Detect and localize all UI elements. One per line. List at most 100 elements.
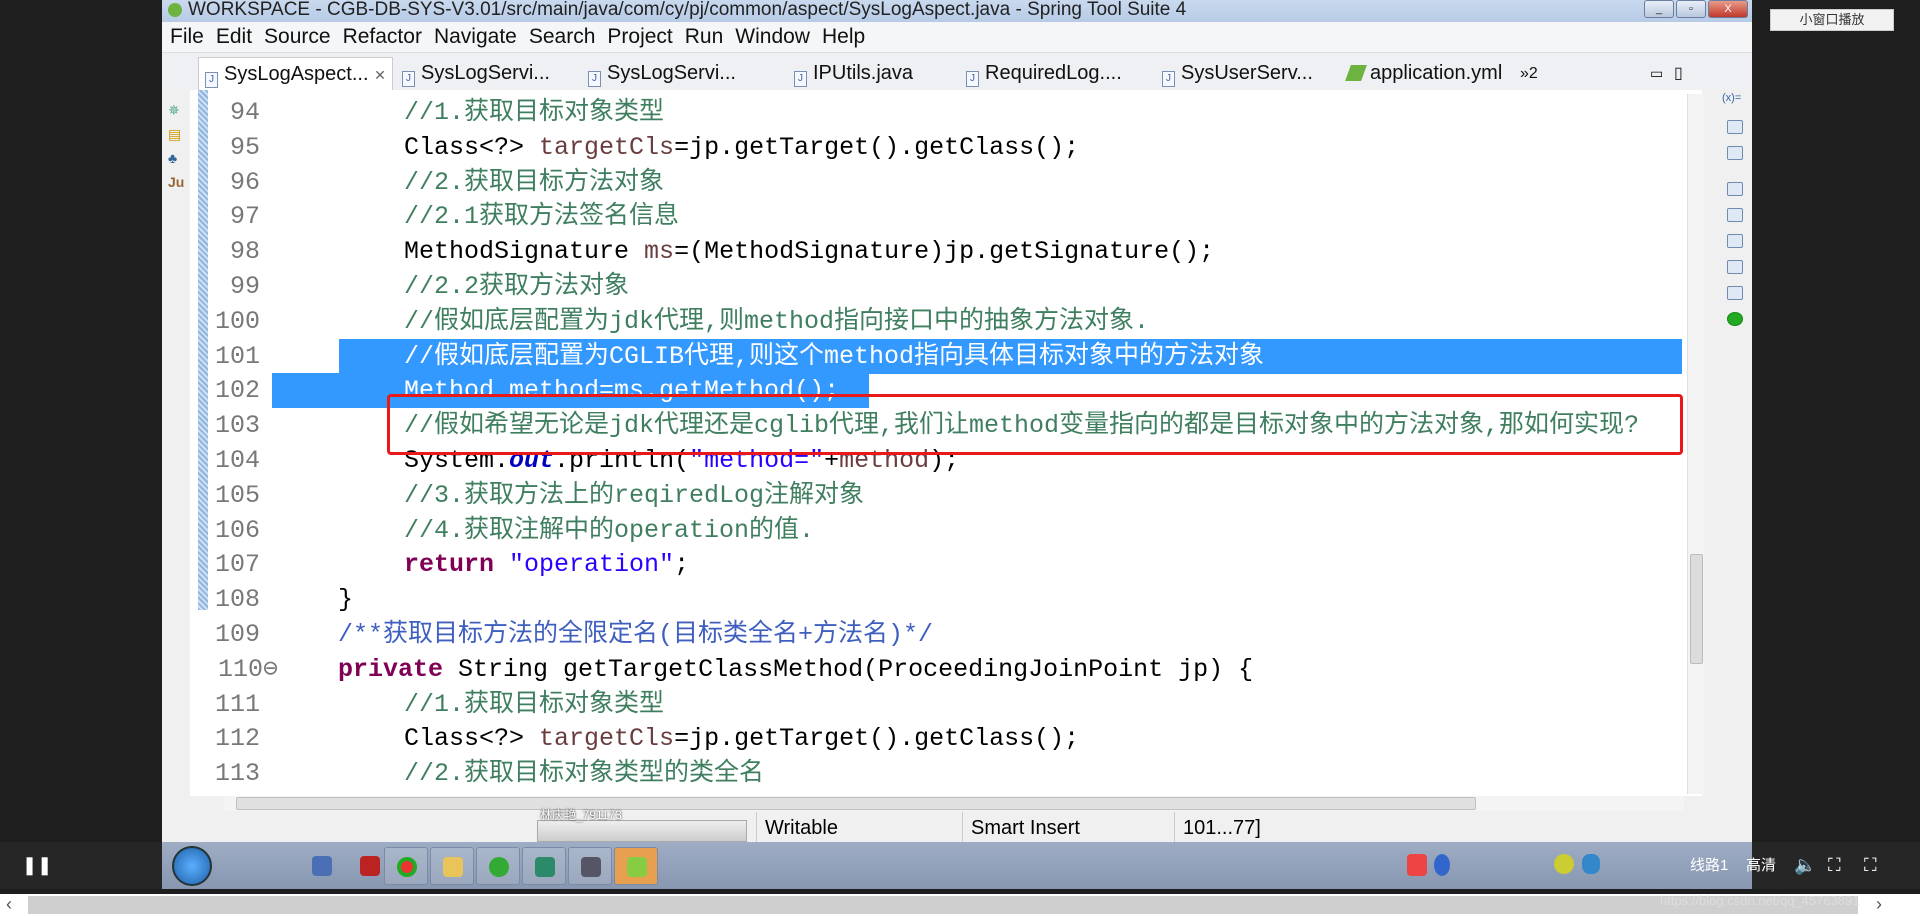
code-line[interactable]: private String getTargetClassMethod(Proc… — [338, 652, 1253, 687]
code-line[interactable]: //2.获取目标对象类型的类全名 — [404, 756, 764, 791]
code-line[interactable]: Class<?> targetCls=jp.getTarget().getCla… — [404, 130, 1079, 165]
line-number: 112 — [214, 724, 260, 754]
code-token-local: targetCls — [539, 132, 675, 162]
code-line[interactable]: /**获取目标方法的全限定名(目标类全名+方法名)*/ — [338, 617, 933, 652]
taskbar-explorer[interactable] — [430, 847, 474, 885]
taskbar-app[interactable] — [568, 847, 612, 885]
tabs-overflow-button[interactable]: »2 — [1520, 57, 1538, 90]
yaml-file-icon — [1345, 65, 1367, 81]
boot-dashboard-icon[interactable] — [1727, 312, 1743, 326]
tab-sysuserservice[interactable]: J SysUserServ... — [1162, 57, 1313, 90]
menu-help[interactable]: Help — [822, 25, 865, 48]
tab-requiredlog[interactable]: J RequiredLog.... — [966, 57, 1122, 90]
breakpoints-icon[interactable] — [1727, 120, 1743, 134]
scrollbar-thumb[interactable] — [28, 896, 1858, 914]
insert-mode-status: Smart Insert — [962, 812, 1132, 845]
junit-icon[interactable]: Ju — [168, 174, 184, 190]
pause-button[interactable]: ❚❚ — [22, 842, 52, 889]
code-line[interactable]: //3.获取方法上的reqiredLog注解对象 — [404, 478, 864, 513]
volume-icon[interactable]: 🔈 — [1794, 842, 1816, 889]
code-token-plain: } — [338, 585, 354, 615]
code-line[interactable]: return "operation"; — [404, 547, 689, 582]
scrollbar-thumb[interactable] — [236, 797, 1476, 810]
taskbar-wechat[interactable] — [614, 847, 658, 885]
scrollbar-thumb[interactable] — [1690, 554, 1703, 664]
fullscreen-icon[interactable]: ⛶ — [1864, 842, 1877, 889]
taskbar-app-p[interactable] — [300, 847, 344, 885]
menu-edit[interactable]: Edit — [216, 25, 252, 48]
horizontal-scrollbar[interactable] — [224, 796, 1684, 811]
package-explorer-icon[interactable]: ▤ — [168, 126, 181, 143]
tab-syslogservice-1[interactable]: J SysLogServi... — [402, 57, 550, 90]
tab-close-icon[interactable]: ✕ — [374, 67, 386, 83]
taskbar-notepad[interactable] — [522, 847, 566, 885]
taskbar-chrome[interactable] — [384, 847, 428, 885]
tray-plus-icon[interactable] — [1554, 854, 1574, 874]
code-token-comment: //3.获取方法上的reqiredLog注解对象 — [404, 480, 865, 510]
code-line[interactable]: Class<?> targetCls=jp.getTarget().getCla… — [404, 721, 1079, 756]
scroll-right-icon[interactable]: › — [1876, 894, 1882, 915]
code-line[interactable]: //假如底层配置为jdk代理,则method指向接口中的抽象方法对象. — [404, 304, 1149, 339]
restore-button[interactable]: ▫ — [1676, 0, 1706, 18]
tab-application-yml[interactable]: application.yml — [1345, 57, 1502, 90]
line-number: 109 — [214, 620, 260, 649]
help-tray-icon[interactable] — [1434, 854, 1450, 876]
code-line[interactable]: //2.2获取方法对象 — [404, 269, 629, 304]
java-file-icon: J — [1162, 71, 1175, 87]
watermark: https://blog.csdn.net/qq_45763891 — [1660, 893, 1860, 908]
javadoc-icon[interactable] — [1727, 260, 1743, 274]
code-line[interactable]: //1.获取目标对象类型 — [404, 687, 664, 722]
code-token-comment: //2.1获取方法签名信息 — [404, 202, 680, 232]
tab-iputils[interactable]: J IPUtils.java — [794, 57, 913, 90]
menu-project[interactable]: Project — [607, 25, 672, 48]
menu-refactor[interactable]: Refactor — [343, 25, 422, 48]
minimize-button[interactable]: _ — [1644, 0, 1674, 18]
code-line[interactable]: //4.获取注解中的operation的值. — [404, 513, 814, 548]
code-line[interactable]: //1.获取目标对象类型 — [404, 95, 664, 130]
problems-icon[interactable] — [1727, 234, 1743, 248]
menu-source[interactable]: Source — [264, 25, 331, 48]
quality-button[interactable]: 高清 — [1746, 842, 1776, 889]
line-select-button[interactable]: 线路1 — [1690, 842, 1728, 889]
code-line[interactable]: //假如底层配置为CGLIB代理,则这个method指向具体目标对象中的方法对象 — [404, 339, 1264, 374]
debug-icon[interactable]: ✵ — [168, 102, 180, 119]
scroll-left-icon[interactable]: ‹ — [6, 894, 12, 915]
menu-window[interactable]: Window — [735, 25, 810, 48]
line-number: 111 — [214, 689, 260, 719]
left-toolbar: ✵ ▤ ♣ Ju — [162, 90, 190, 810]
progress-bar — [537, 820, 747, 842]
menu-navigate[interactable]: Navigate — [434, 25, 517, 48]
close-button[interactable]: X — [1708, 0, 1748, 18]
outline-icon[interactable] — [1727, 182, 1743, 196]
code-token-local: targetCls — [539, 724, 675, 754]
variables-icon[interactable]: (x)= — [1722, 92, 1741, 104]
download-icon[interactable] — [1727, 286, 1743, 300]
console-icon[interactable] — [1727, 208, 1743, 222]
expressions-icon[interactable] — [1727, 146, 1743, 160]
web-fullscreen-icon[interactable]: ⛶ — [1828, 842, 1841, 889]
menu-file[interactable]: File — [170, 25, 204, 48]
tab-syslogaspect[interactable]: J SysLogAspect... ✕ — [198, 57, 393, 90]
code-line[interactable]: //2.获取目标方法对象 — [404, 165, 664, 200]
windows-taskbar — [162, 842, 1752, 889]
menu-search[interactable]: Search — [529, 25, 596, 48]
maximize-editor-button[interactable]: ▯ — [1674, 57, 1683, 90]
line-number: 110⊖ — [217, 654, 278, 684]
tab-syslogservice-2[interactable]: J SysLogServi... — [588, 57, 736, 90]
shield-tray-icon[interactable] — [1582, 854, 1600, 874]
code-line[interactable]: } — [338, 582, 353, 617]
page-horizontal-scrollbar[interactable]: ‹ › — [0, 894, 1920, 916]
code-line[interactable]: //2.1获取方法签名信息 — [404, 199, 679, 234]
code-token-comment: //2.2获取方法对象 — [404, 272, 630, 301]
hierarchy-icon[interactable]: ♣ — [168, 150, 177, 166]
line-number: 113 — [214, 759, 260, 789]
code-line[interactable]: MethodSignature ms=(MethodSignature)jp.g… — [404, 234, 1214, 269]
small-window-button[interactable]: 小窗口播放 — [1770, 9, 1894, 31]
menu-run[interactable]: Run — [685, 25, 724, 48]
minimize-editor-button[interactable]: ▭ — [1650, 57, 1663, 90]
vertical-scrollbar[interactable] — [1687, 94, 1704, 794]
start-button[interactable] — [172, 846, 212, 886]
code-token-selected: //假如底层配置为CGLIB代理,则这个method指向具体目标对象中的方法对象 — [404, 341, 1265, 371]
sogou-icon[interactable] — [1407, 854, 1427, 876]
taskbar-sts[interactable] — [476, 847, 520, 885]
